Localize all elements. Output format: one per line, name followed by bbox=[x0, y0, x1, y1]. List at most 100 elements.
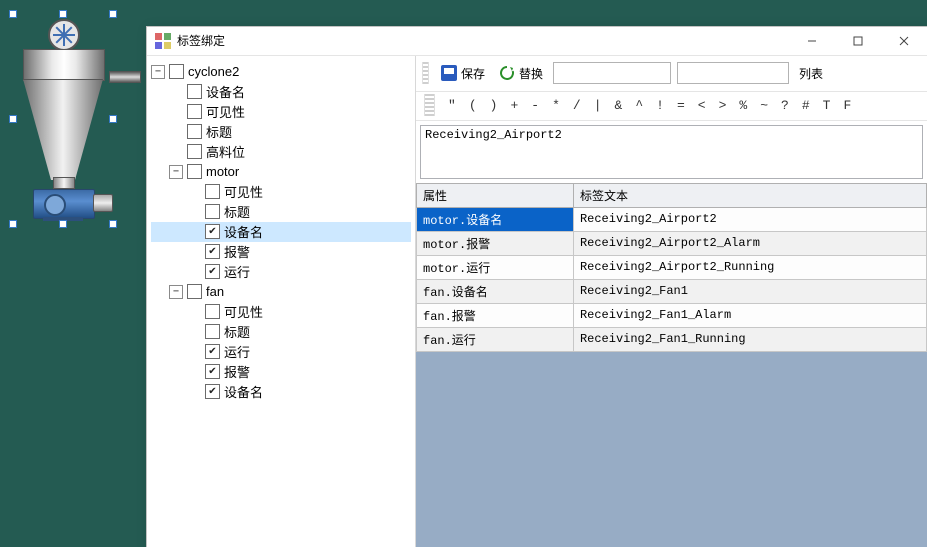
selection-handle[interactable] bbox=[59, 10, 67, 18]
symbol-button[interactable]: ^ bbox=[633, 98, 645, 113]
cell-property[interactable]: fan.运行 bbox=[417, 327, 574, 351]
replace-button[interactable]: 替换 bbox=[495, 63, 547, 84]
selection-handle[interactable] bbox=[109, 10, 117, 18]
symbol-button[interactable]: T bbox=[821, 98, 833, 113]
tree-item[interactable]: −cyclone2 bbox=[151, 62, 411, 82]
symbol-button[interactable]: ! bbox=[654, 98, 666, 113]
tree-item[interactable]: −motor bbox=[151, 162, 411, 182]
tree-checkbox[interactable] bbox=[169, 64, 184, 79]
symbol-button[interactable]: + bbox=[508, 98, 520, 113]
tree-item[interactable]: 可见性 bbox=[151, 102, 411, 122]
symbol-button[interactable]: " bbox=[446, 98, 458, 113]
cyclone-graphic[interactable] bbox=[13, 14, 113, 224]
cell-tagtext[interactable]: Receiving2_Fan1_Alarm bbox=[573, 303, 926, 327]
tree-checkbox[interactable] bbox=[187, 104, 202, 119]
minimize-button[interactable] bbox=[789, 27, 835, 55]
tree-item[interactable]: 运行 bbox=[151, 342, 411, 362]
tree-checkbox[interactable] bbox=[187, 284, 202, 299]
cell-tagtext[interactable]: Receiving2_Fan1 bbox=[573, 279, 926, 303]
cell-tagtext[interactable]: Receiving2_Airport2_Running bbox=[573, 255, 926, 279]
tree-item[interactable]: 设备名 bbox=[151, 382, 411, 402]
toolbar-grip[interactable] bbox=[424, 94, 435, 116]
tree-toggle[interactable]: − bbox=[169, 285, 183, 299]
tree-toggle[interactable]: − bbox=[151, 65, 165, 79]
tree-item[interactable]: 报警 bbox=[151, 362, 411, 382]
dialog-titlebar[interactable]: 标签绑定 bbox=[147, 27, 927, 56]
symbol-button[interactable]: * bbox=[550, 98, 562, 113]
tree-checkbox[interactable] bbox=[205, 204, 220, 219]
close-button[interactable] bbox=[881, 27, 927, 55]
tree-item[interactable]: 高料位 bbox=[151, 142, 411, 162]
cell-tagtext[interactable]: Receiving2_Airport2 bbox=[573, 207, 926, 231]
tree-item[interactable]: 可见性 bbox=[151, 302, 411, 322]
maximize-button[interactable] bbox=[835, 27, 881, 55]
search-input-2[interactable] bbox=[677, 62, 789, 84]
symbol-button[interactable]: # bbox=[800, 98, 812, 113]
tree-checkbox[interactable] bbox=[205, 324, 220, 339]
selection-handle[interactable] bbox=[9, 115, 17, 123]
cell-property[interactable]: fan.设备名 bbox=[417, 279, 574, 303]
tree-checkbox[interactable] bbox=[205, 364, 220, 379]
tree-pane[interactable]: −cyclone2设备名可见性标题高料位−motor可见性标题设备名报警运行−f… bbox=[147, 56, 416, 547]
table-header-property[interactable]: 属性 bbox=[417, 183, 574, 207]
tree-item[interactable]: 标题 bbox=[151, 322, 411, 342]
tree-checkbox[interactable] bbox=[205, 264, 220, 279]
selection-handle[interactable] bbox=[9, 10, 17, 18]
cell-property[interactable]: motor.设备名 bbox=[417, 207, 574, 231]
tree-checkbox[interactable] bbox=[205, 244, 220, 259]
cell-tagtext[interactable]: Receiving2_Airport2_Alarm bbox=[573, 231, 926, 255]
tree-checkbox[interactable] bbox=[187, 144, 202, 159]
tree-checkbox[interactable] bbox=[187, 164, 202, 179]
symbol-button[interactable]: ( bbox=[467, 98, 479, 113]
tree-checkbox[interactable] bbox=[187, 84, 202, 99]
symbol-button[interactable]: - bbox=[529, 98, 541, 113]
selection-handle[interactable] bbox=[9, 220, 17, 228]
selection-handle[interactable] bbox=[109, 115, 117, 123]
symbol-button[interactable]: ~ bbox=[758, 98, 770, 113]
tree-toggle[interactable]: − bbox=[169, 165, 183, 179]
symbol-button[interactable]: = bbox=[675, 98, 687, 113]
tree-checkbox[interactable] bbox=[205, 184, 220, 199]
symbol-button[interactable]: | bbox=[592, 98, 604, 113]
search-input-1[interactable] bbox=[553, 62, 671, 84]
symbol-button[interactable]: < bbox=[696, 98, 708, 113]
symbol-button[interactable]: % bbox=[737, 98, 749, 113]
tree-item[interactable]: 可见性 bbox=[151, 182, 411, 202]
tree-item[interactable]: 设备名 bbox=[151, 222, 411, 242]
tree-item[interactable]: 设备名 bbox=[151, 82, 411, 102]
tree-item[interactable]: 标题 bbox=[151, 122, 411, 142]
tree-checkbox[interactable] bbox=[205, 224, 220, 239]
symbol-button[interactable]: ? bbox=[779, 98, 791, 113]
tree-checkbox[interactable] bbox=[205, 384, 220, 399]
binding-table[interactable]: 属性 标签文本 motor.设备名Receiving2_Airport2moto… bbox=[416, 183, 927, 352]
tree-checkbox[interactable] bbox=[187, 124, 202, 139]
toolbar-grip[interactable] bbox=[422, 62, 429, 84]
table-row[interactable]: motor.报警Receiving2_Airport2_Alarm bbox=[417, 231, 927, 255]
table-row[interactable]: fan.设备名Receiving2_Fan1 bbox=[417, 279, 927, 303]
selection-handle[interactable] bbox=[59, 220, 67, 228]
expression-textarea[interactable]: Receiving2_Airport2 bbox=[420, 125, 923, 179]
symbol-button[interactable]: > bbox=[717, 98, 729, 113]
tree-item[interactable]: −fan bbox=[151, 282, 411, 302]
table-row[interactable]: fan.运行Receiving2_Fan1_Running bbox=[417, 327, 927, 351]
tree-checkbox[interactable] bbox=[205, 304, 220, 319]
symbol-button[interactable]: F bbox=[841, 98, 853, 113]
tree-item[interactable]: 报警 bbox=[151, 242, 411, 262]
cell-property[interactable]: motor.运行 bbox=[417, 255, 574, 279]
symbol-button[interactable]: & bbox=[613, 98, 625, 113]
symbol-button[interactable]: ) bbox=[488, 98, 500, 113]
table-header-tagtext[interactable]: 标签文本 bbox=[573, 183, 926, 207]
table-row[interactable]: motor.设备名Receiving2_Airport2 bbox=[417, 207, 927, 231]
cell-tagtext[interactable]: Receiving2_Fan1_Running bbox=[573, 327, 926, 351]
save-button[interactable]: 保存 bbox=[437, 63, 489, 84]
symbol-button[interactable]: / bbox=[571, 98, 583, 113]
tree-item[interactable]: 标题 bbox=[151, 202, 411, 222]
cell-property[interactable]: fan.报警 bbox=[417, 303, 574, 327]
list-button[interactable]: 列表 bbox=[795, 63, 827, 84]
selection-handle[interactable] bbox=[109, 220, 117, 228]
cell-property[interactable]: motor.报警 bbox=[417, 231, 574, 255]
table-row[interactable]: motor.运行Receiving2_Airport2_Running bbox=[417, 255, 927, 279]
tree-item[interactable]: 运行 bbox=[151, 262, 411, 282]
table-row[interactable]: fan.报警Receiving2_Fan1_Alarm bbox=[417, 303, 927, 327]
tree-checkbox[interactable] bbox=[205, 344, 220, 359]
